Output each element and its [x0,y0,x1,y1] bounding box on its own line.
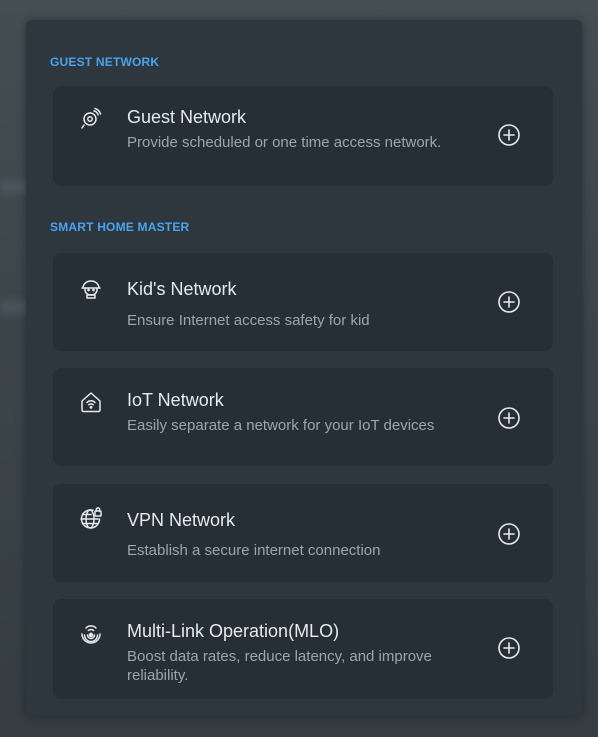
card-iot-network[interactable]: IoT Network Easily separate a network fo… [53,368,553,466]
card-guest-network[interactable]: Guest Network Provide scheduled or one t… [53,86,553,186]
kid-icon [79,277,103,301]
card-title: Guest Network [127,107,247,127]
card-description: Establish a secure internet connection [127,542,381,559]
mlo-signal-icon [79,621,103,645]
card-kids-network[interactable]: Kid's Network Ensure Internet access saf… [53,253,553,351]
card-title: IoT Network [127,390,224,410]
plus-circle-icon[interactable] [497,123,521,147]
plus-circle-icon[interactable] [497,636,521,660]
network-options-panel: GUEST NETWORK Guest Network Provide sche… [26,20,582,716]
card-title: Multi-Link Operation(MLO) [127,621,340,641]
plus-circle-icon[interactable] [497,522,521,546]
card-description: Boost data rates, reduce latency, and im… [127,648,432,684]
card-description: Provide scheduled or one time access net… [127,134,442,151]
card-title: VPN Network [127,510,236,530]
iot-home-wifi-icon [79,390,103,414]
card-vpn-network[interactable]: VPN Network Establish a secure internet … [53,484,553,582]
vpn-globe-lock-icon [79,506,103,530]
plus-circle-icon[interactable] [497,290,521,314]
card-title: Kid's Network [127,279,237,299]
section-title-guest-network: GUEST NETWORK [50,55,160,69]
card-multi-link-operation[interactable]: Multi-Link Operation(MLO) Boost data rat… [53,599,553,699]
section-title-smart-home-master: SMART HOME MASTER [50,220,190,234]
card-description: Ensure Internet access safety for kid [127,312,370,329]
card-description: Easily separate a network for your IoT d… [127,417,435,434]
plus-circle-icon[interactable] [497,406,521,430]
guest-network-icon [79,106,103,130]
